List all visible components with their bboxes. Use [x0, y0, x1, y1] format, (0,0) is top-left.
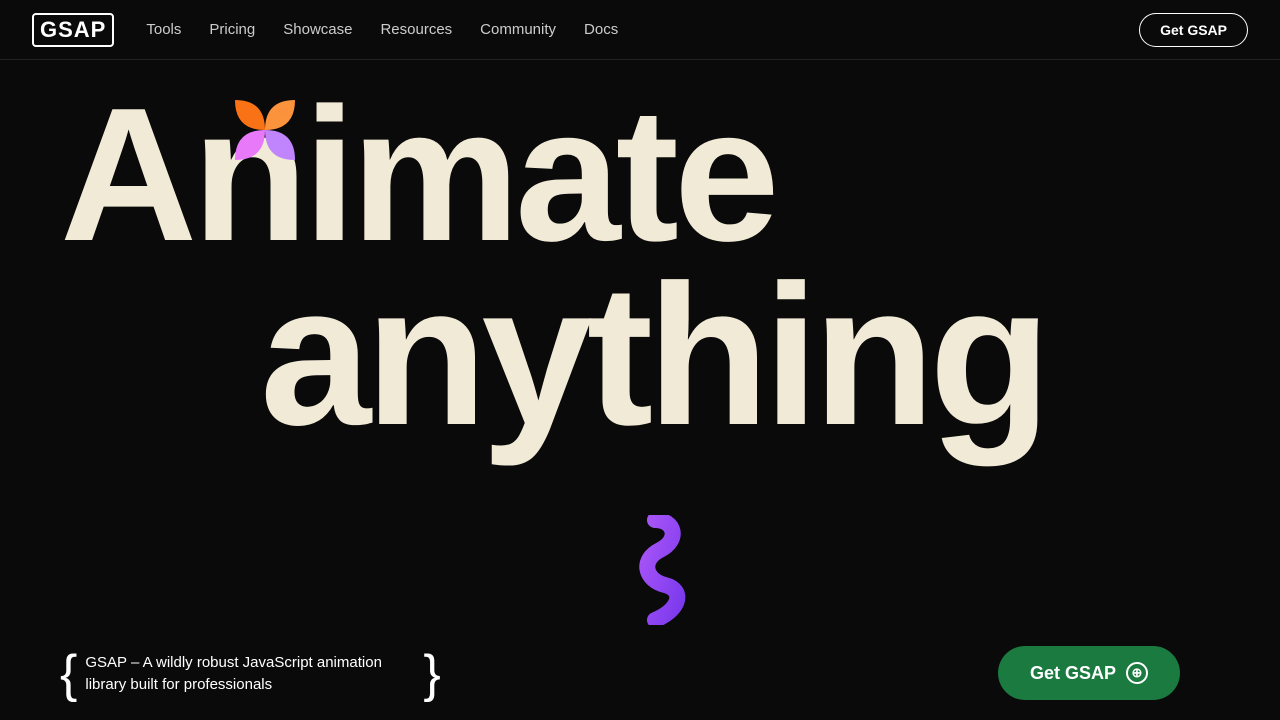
navbar: GSAP Tools Pricing Showcase Resources Co…	[0, 0, 1280, 60]
get-gsap-button[interactable]: Get GSAP	[1139, 13, 1248, 47]
nav-resources[interactable]: Resources	[380, 21, 452, 38]
squiggle-decoration	[620, 515, 690, 615]
brace-right: }	[423, 648, 440, 700]
nav-tools[interactable]: Tools	[146, 21, 181, 38]
nav-community[interactable]: Community	[480, 21, 556, 38]
gsap-flower-icon	[215, 80, 315, 180]
nav-docs[interactable]: Docs	[584, 21, 618, 38]
hero-cta-label: Get GSAP	[1030, 663, 1116, 684]
hero-section: Animate anything { GSAP – A wildly robus…	[0, 60, 1280, 720]
logo[interactable]: GSAP	[32, 13, 114, 47]
hero-get-gsap-button[interactable]: Get GSAP ⊕	[998, 646, 1180, 700]
hero-description: { GSAP – A wildly robust JavaScript anim…	[60, 648, 441, 700]
nav-left: GSAP Tools Pricing Showcase Resources Co…	[32, 13, 618, 47]
nav-pricing[interactable]: Pricing	[209, 21, 255, 38]
nav-links: Tools Pricing Showcase Resources Communi…	[146, 21, 618, 38]
cta-circle-icon: ⊕	[1126, 662, 1148, 684]
hero-line2: anything	[260, 261, 1280, 451]
nav-showcase[interactable]: Showcase	[283, 21, 352, 38]
hero-headline: Animate anything	[0, 90, 1280, 451]
brace-left: {	[60, 648, 77, 700]
hero-desc-text: GSAP – A wildly robust JavaScript animat…	[85, 652, 415, 697]
